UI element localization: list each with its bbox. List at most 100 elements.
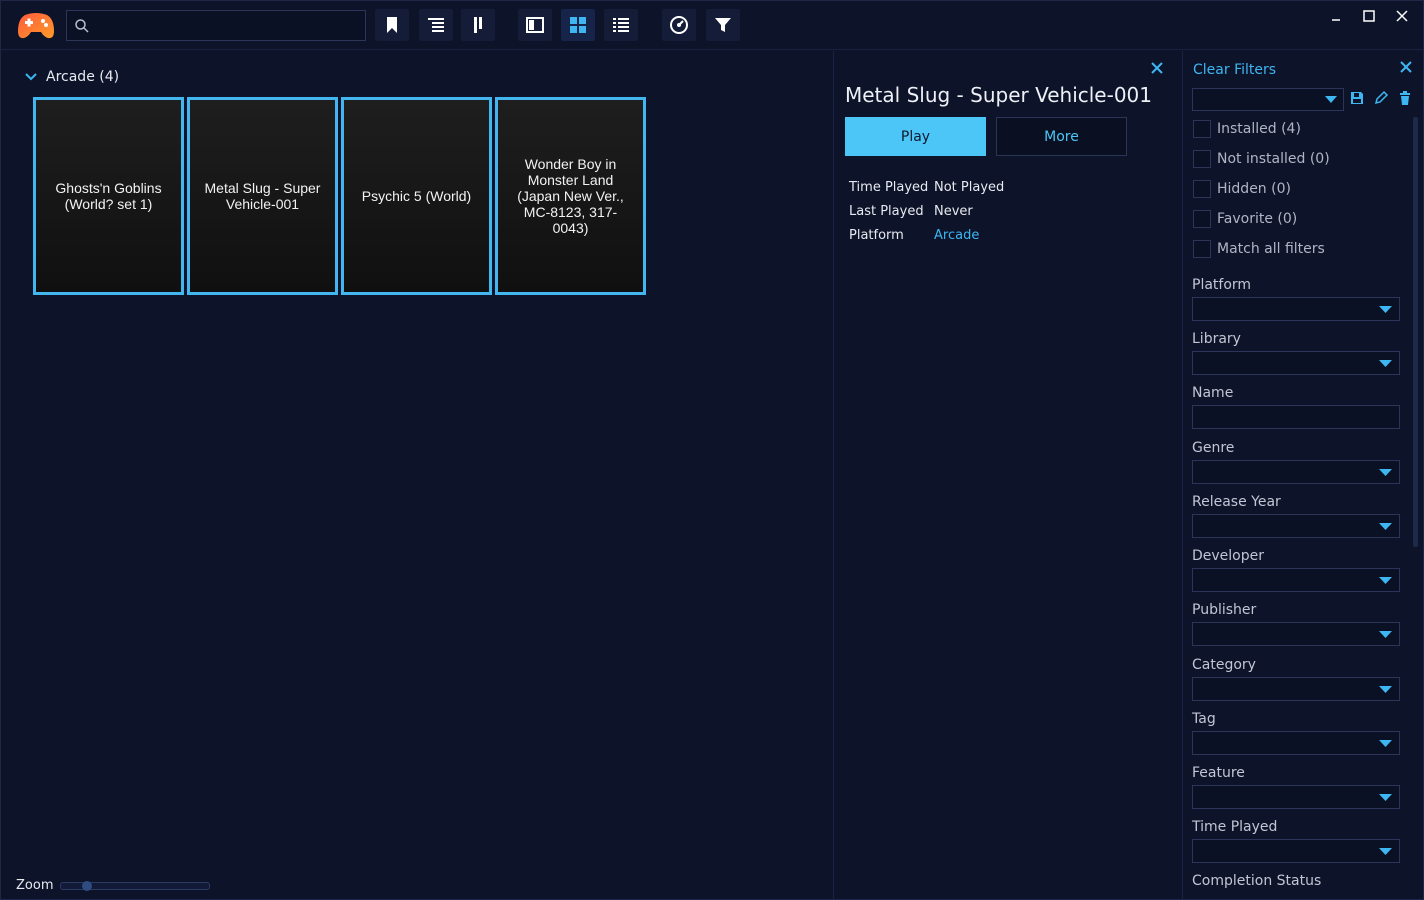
filter-label-time-played: Time Played	[1192, 819, 1278, 835]
category-filter-dropdown[interactable]	[1192, 677, 1400, 701]
check-label: Hidden (0)	[1217, 181, 1291, 197]
group-header-arcade[interactable]: Arcade (4)	[24, 68, 119, 86]
publisher-filter-dropdown[interactable]	[1192, 622, 1400, 646]
top-toolbar	[0, 0, 1424, 50]
check-label: Installed (4)	[1217, 121, 1301, 137]
chevron-down-icon	[1379, 740, 1392, 747]
chevron-down-icon	[1379, 848, 1392, 855]
list-view-icon	[613, 18, 629, 32]
filter-icon	[715, 18, 731, 32]
group-header-label: Arcade (4)	[46, 69, 120, 85]
platform-link[interactable]: Arcade	[934, 228, 979, 243]
game-details-panel: Metal Slug - Super Vehicle-001 Play More…	[833, 51, 1183, 900]
checkbox[interactable]	[1193, 240, 1211, 258]
filter-label-feature: Feature	[1192, 765, 1245, 781]
grouping-button[interactable]	[419, 9, 453, 41]
bookmark-button[interactable]	[375, 9, 409, 41]
genre-filter-dropdown[interactable]	[1192, 460, 1400, 484]
chevron-down-icon	[1379, 577, 1392, 584]
chevron-down-icon	[1379, 523, 1392, 530]
game-grid: Ghosts'n Goblins (World? set 1) Metal Sl…	[33, 97, 646, 295]
search-input[interactable]	[66, 10, 366, 41]
filter-label-publisher: Publisher	[1192, 602, 1257, 618]
explore-button[interactable]	[662, 9, 696, 41]
filter-label-platform: Platform	[1192, 277, 1252, 293]
game-tile[interactable]: Ghosts'n Goblins (World? set 1)	[33, 97, 184, 295]
game-tile-title: Ghosts'n Goblins (World? set 1)	[55, 180, 162, 212]
library-filter-dropdown[interactable]	[1192, 351, 1400, 375]
grid-view-button[interactable]	[561, 9, 595, 41]
developer-filter-dropdown[interactable]	[1192, 568, 1400, 592]
sort-button[interactable]	[461, 9, 495, 41]
info-value: Not Played	[934, 179, 1005, 195]
filter-preset-select[interactable]	[1192, 88, 1344, 111]
chevron-down-icon	[1379, 794, 1392, 801]
tag-filter-dropdown[interactable]	[1192, 731, 1400, 755]
rename-preset-icon[interactable]	[1373, 90, 1389, 106]
name-filter-input[interactable]	[1192, 405, 1400, 429]
app-logo-icon[interactable]	[17, 9, 55, 41]
filter-label-completion-status: Completion Status	[1192, 873, 1322, 889]
filter-check-favorite[interactable]: Favorite (0)	[1193, 209, 1297, 229]
checkbox[interactable]	[1193, 180, 1211, 198]
time-played-filter-dropdown[interactable]	[1192, 839, 1400, 863]
explore-icon	[670, 16, 688, 34]
filter-label-category: Category	[1192, 657, 1256, 673]
zoom-label: Zoom	[16, 878, 54, 893]
sort-icon	[474, 17, 482, 33]
minimize-icon	[1332, 19, 1340, 21]
game-tile[interactable]: Psychic 5 (World)	[341, 97, 492, 295]
chevron-down-icon	[1379, 360, 1392, 367]
platform-filter-dropdown[interactable]	[1192, 297, 1400, 321]
play-button[interactable]: Play	[845, 117, 986, 156]
filter-check-installed[interactable]: Installed (4)	[1193, 119, 1301, 139]
zoom-slider[interactable]	[60, 881, 210, 891]
minimize-button[interactable]	[1324, 6, 1348, 26]
info-label: Platform	[849, 227, 904, 243]
feature-filter-dropdown[interactable]	[1192, 785, 1400, 809]
filter-check-not-installed[interactable]: Not installed (0)	[1193, 149, 1330, 169]
list-view-button[interactable]	[604, 9, 638, 41]
info-label: Last Played	[849, 203, 924, 219]
checkbox[interactable]	[1193, 120, 1211, 138]
checkbox[interactable]	[1193, 210, 1211, 228]
checkbox[interactable]	[1193, 150, 1211, 168]
game-tile[interactable]: Wonder Boy in Monster Land (Japan New Ve…	[495, 97, 646, 295]
close-details-icon[interactable]	[1150, 61, 1164, 75]
game-tile[interactable]: Metal Slug - Super Vehicle-001	[187, 97, 338, 295]
info-row-platform: Platform Arcade	[849, 223, 1004, 247]
chevron-down-icon	[1325, 96, 1337, 103]
filter-label-release-year: Release Year	[1192, 494, 1281, 510]
filter-panel-scrollbar[interactable]	[1413, 117, 1418, 547]
info-row-time-played: Time Played Not Played	[849, 175, 1004, 199]
check-label: Not installed (0)	[1217, 151, 1330, 167]
filter-check-match-all[interactable]: Match all filters	[1193, 239, 1325, 259]
maximize-button[interactable]	[1357, 6, 1381, 26]
chevron-down-icon	[1379, 631, 1392, 638]
filter-label-tag: Tag	[1192, 711, 1216, 727]
grouping-icon	[428, 18, 444, 32]
zoom-slider-thumb[interactable]	[82, 881, 92, 891]
filter-check-hidden[interactable]: Hidden (0)	[1193, 179, 1291, 199]
close-filters-icon[interactable]	[1399, 60, 1413, 74]
filter-label-developer: Developer	[1192, 548, 1265, 564]
close-icon	[1396, 10, 1408, 22]
search-icon	[75, 19, 89, 33]
chevron-down-icon	[25, 73, 37, 81]
close-window-button[interactable]	[1390, 6, 1414, 26]
release-year-filter-dropdown[interactable]	[1192, 514, 1400, 538]
more-button[interactable]: More	[996, 117, 1127, 156]
save-preset-icon[interactable]	[1349, 90, 1365, 106]
chevron-down-icon	[1379, 686, 1392, 693]
bookmark-icon	[387, 17, 397, 33]
filter-button[interactable]	[706, 9, 740, 41]
game-title: Metal Slug - Super Vehicle-001	[845, 83, 1152, 107]
clear-filters-link[interactable]: Clear Filters	[1193, 62, 1276, 78]
maximize-icon	[1363, 10, 1375, 22]
game-tile-title: Metal Slug - Super Vehicle-001	[204, 180, 321, 212]
game-tile-title: Wonder Boy in Monster Land (Japan New Ve…	[517, 156, 624, 236]
details-view-button[interactable]	[518, 9, 552, 41]
game-info-list: Time Played Not Played Last Played Never…	[849, 175, 1004, 247]
check-label: Favorite (0)	[1217, 211, 1298, 227]
delete-preset-icon[interactable]	[1397, 90, 1413, 106]
